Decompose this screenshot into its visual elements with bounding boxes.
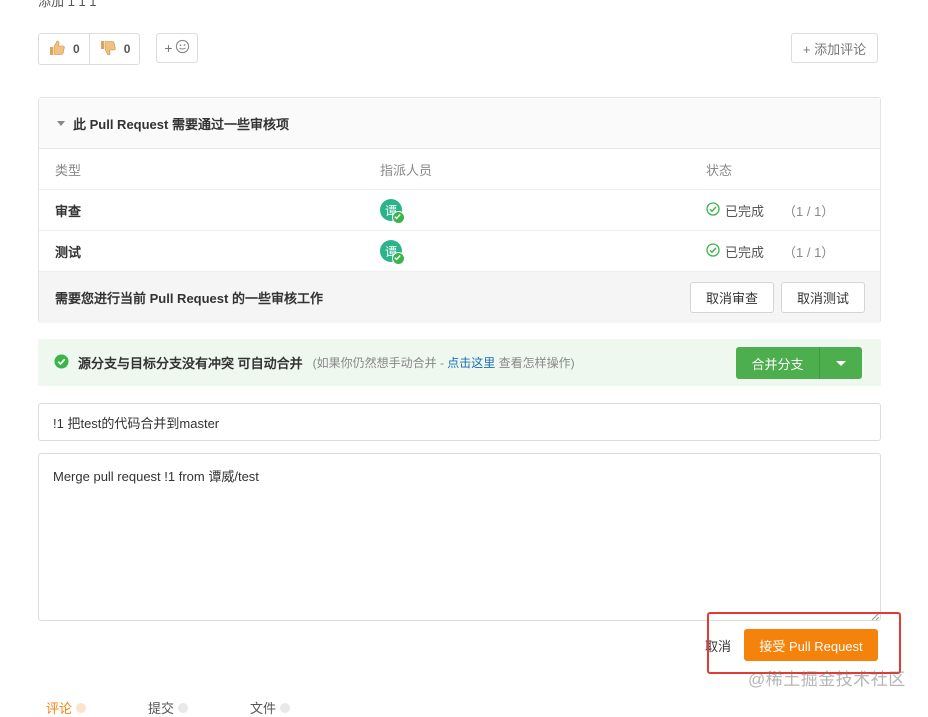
watermark: @稀土掘金技术社区 bbox=[748, 670, 906, 689]
review-footer-text: 需要您进行当前 Pull Request 的一些审核工作 bbox=[55, 291, 323, 306]
review-panel-header[interactable]: 此 Pull Request 需要通过一些审核项 bbox=[39, 98, 880, 149]
review-type: 审查 bbox=[55, 203, 82, 219]
merge-branch-button-group: 合并分支 bbox=[736, 347, 862, 379]
previous-comment-text: 添加 1 1 1 bbox=[38, 0, 97, 9]
merge-options-dropdown[interactable] bbox=[820, 347, 862, 379]
header-type: 类型 bbox=[55, 162, 82, 178]
tab-count-badge bbox=[76, 702, 87, 713]
merge-help-link[interactable]: 点击这里 bbox=[447, 356, 495, 370]
review-panel-footer: 需要您进行当前 Pull Request 的一些审核工作 取消审查 取消测试 bbox=[39, 272, 880, 323]
add-comment-button[interactable]: + 添加评论 bbox=[791, 33, 878, 63]
avatar[interactable]: 谭 bbox=[380, 240, 405, 265]
caret-down-icon bbox=[836, 360, 846, 366]
review-panel-title: 此 Pull Request 需要通过一些审核项 bbox=[73, 116, 289, 132]
thumbs-up-button[interactable]: 0 bbox=[39, 34, 89, 64]
tab-comments[interactable]: 评论 bbox=[46, 698, 148, 717]
table-row: 审查 谭 已完成 （1 / 1） bbox=[39, 190, 880, 231]
cancel-test-button[interactable]: 取消测试 bbox=[781, 282, 865, 313]
assignee-cell: 谭 bbox=[380, 231, 405, 271]
tab-commits[interactable]: 提交 bbox=[148, 698, 250, 717]
merge-message-line: 源分支与目标分支没有冲突 可自动合并 (如果你仍然想手动合并 - 点击这里 查看… bbox=[78, 339, 575, 386]
add-emoji-button[interactable]: + bbox=[156, 33, 198, 63]
thumbs-up-count: 0 bbox=[73, 42, 80, 56]
smiley-icon bbox=[175, 39, 190, 57]
status-cell: 已完成 （1 / 1） bbox=[706, 190, 834, 230]
merge-hint-prefix: (如果你仍然想手动合并 - bbox=[312, 356, 448, 370]
merge-status-bar: 源分支与目标分支没有冲突 可自动合并 (如果你仍然想手动合并 - 点击这里 查看… bbox=[38, 339, 881, 386]
thumbs-down-button[interactable]: 0 bbox=[88, 34, 140, 64]
table-row: 测试 谭 已完成 （1 / 1） bbox=[39, 231, 880, 272]
thumbs-up-icon bbox=[48, 39, 66, 60]
merge-message: 源分支与目标分支没有冲突 可自动合并 bbox=[78, 356, 303, 371]
merge-hint: (如果你仍然想手动合并 - 点击这里 查看怎样操作) bbox=[313, 354, 575, 371]
check-circle-icon bbox=[706, 242, 720, 260]
check-circle-filled-icon bbox=[54, 354, 69, 372]
check-circle-icon bbox=[706, 201, 720, 219]
thumbs-down-count: 0 bbox=[123, 42, 131, 56]
review-panel: 此 Pull Request 需要通过一些审核项 类型 指派人员 状态 审查 谭… bbox=[38, 97, 881, 323]
merge-branch-button[interactable]: 合并分支 bbox=[736, 347, 820, 379]
check-badge-icon bbox=[392, 211, 405, 224]
plus-label: + bbox=[164, 40, 173, 56]
merge-hint-suffix: 查看怎样操作) bbox=[495, 356, 575, 370]
header-status: 状态 bbox=[706, 162, 733, 178]
status-cell: 已完成 （1 / 1） bbox=[706, 231, 834, 271]
check-badge-icon bbox=[392, 252, 405, 265]
review-table-header: 类型 指派人员 状态 bbox=[39, 149, 880, 190]
commit-title-input[interactable] bbox=[38, 403, 881, 441]
commit-message-textarea[interactable]: Merge pull request !1 from 谭威/test bbox=[38, 453, 881, 621]
tab-label: 评论 bbox=[46, 701, 73, 716]
avatar[interactable]: 谭 bbox=[380, 199, 405, 224]
tab-label: 提交 bbox=[148, 701, 175, 716]
tab-count-badge bbox=[178, 702, 189, 713]
status-count: （1 / 1） bbox=[783, 244, 835, 260]
assignee-cell: 谭 bbox=[380, 190, 405, 230]
status-text: 已完成 bbox=[725, 244, 765, 260]
pr-tabs: 评论 提交 文件 bbox=[46, 698, 352, 717]
header-assignee: 指派人员 bbox=[380, 162, 433, 178]
thumbs-down-icon bbox=[99, 39, 117, 60]
review-type: 测试 bbox=[55, 244, 82, 260]
caret-down-icon bbox=[57, 120, 65, 126]
status-count: （1 / 1） bbox=[783, 203, 835, 219]
tab-label: 文件 bbox=[250, 701, 277, 716]
tab-files[interactable]: 文件 bbox=[250, 698, 352, 717]
status-text: 已完成 bbox=[725, 203, 765, 219]
tab-count-badge bbox=[280, 702, 291, 713]
cancel-review-button[interactable]: 取消审查 bbox=[690, 282, 774, 313]
reaction-group: 0 0 bbox=[38, 33, 141, 65]
